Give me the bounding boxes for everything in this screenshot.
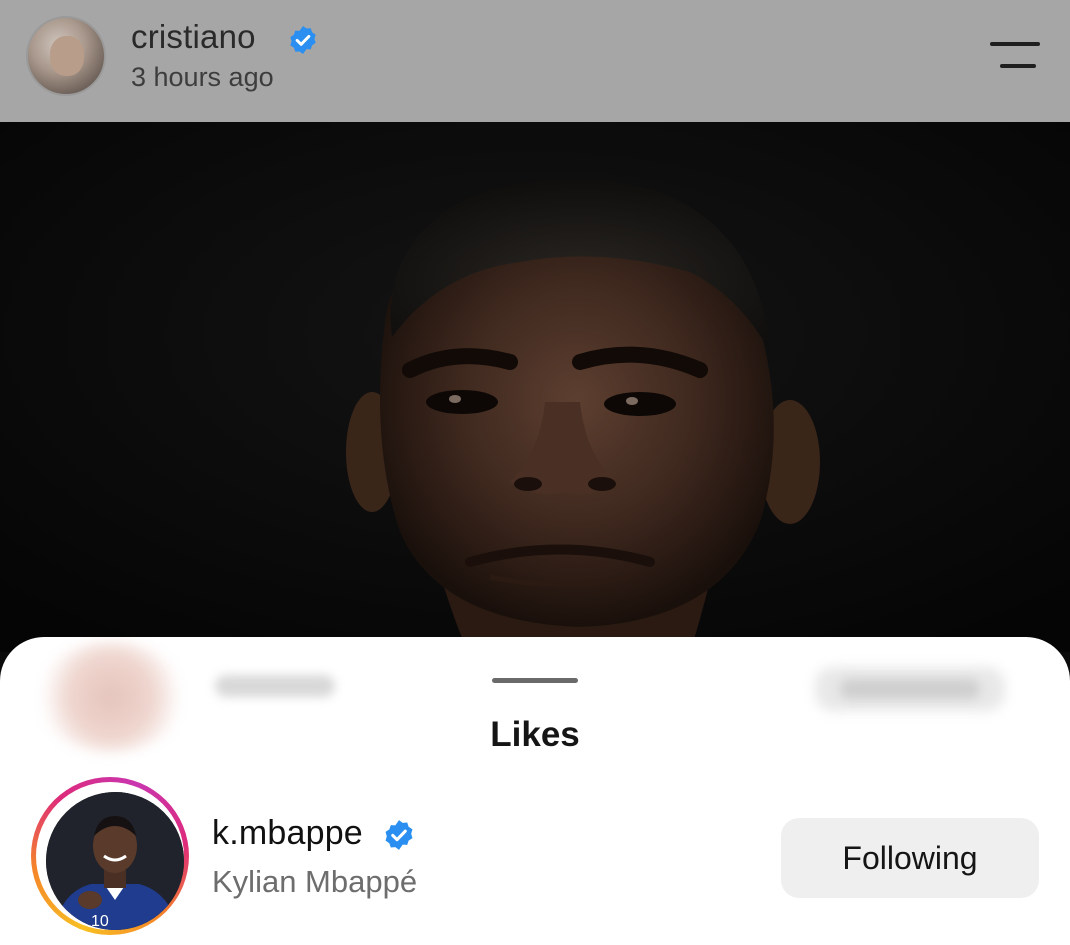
portrait-image [0, 122, 1070, 652]
verified-badge-icon [290, 26, 316, 54]
sheet-title: Likes [490, 715, 580, 754]
jersey-number: 10 [91, 913, 109, 930]
post-author-avatar[interactable] [26, 16, 106, 96]
liker-avatar[interactable]: 10 [46, 792, 184, 930]
post-photo[interactable] [0, 122, 1070, 652]
post-author-username[interactable]: cristiano [131, 18, 256, 56]
post-header: cristiano 3 hours ago [0, 0, 1070, 122]
post-timestamp: 3 hours ago [131, 62, 274, 92]
menu-icon[interactable] [990, 38, 1042, 72]
liker-username[interactable]: k.mbappe [212, 814, 363, 853]
sheet-drag-handle[interactable] [492, 678, 578, 683]
verified-badge-icon [385, 820, 413, 850]
story-ring[interactable]: 10 [31, 777, 189, 935]
liker-full-name: Kylian Mbappé [212, 864, 418, 899]
following-button[interactable]: Following [781, 818, 1039, 898]
likes-sheet: Likes 10 k.mbappe Kylian Mbappé Followin… [0, 637, 1070, 945]
